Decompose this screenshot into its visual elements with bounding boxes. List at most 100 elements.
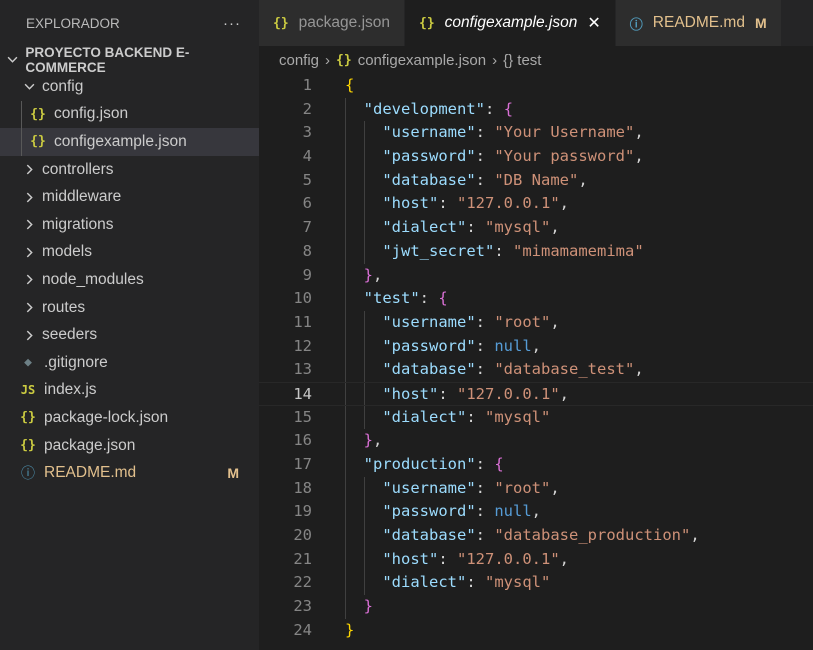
code-editor[interactable]: 1{2 "development": {3 "username": "Your … [259,74,813,643]
tree-item-config-json[interactable]: {} config.json [0,100,259,129]
more-actions-icon[interactable]: ··· [223,15,241,32]
tree-item-config[interactable]: config [0,73,259,101]
code-text: "database": "database_test", [382,360,644,379]
code-text: { [345,76,355,94]
breadcrumb-symbol[interactable]: {} test [503,52,541,69]
modified-badge: M [227,465,239,482]
project-title: PROYECTO BACKEND E-COMMERCE [25,44,190,75]
tree-item-label: package-lock.json [44,408,169,426]
line-number: 17 [293,455,312,473]
code-line[interactable]: 13 "database": "database_test", [259,358,813,382]
code-text: "database": "database_production", [382,526,700,545]
explorer-sidebar: EXPLORADOR ··· PROYECTO BACKEND E-COMMER… [0,0,259,650]
line-number: 19 [293,502,312,521]
code-text: "host": "127.0.0.1", [382,549,570,568]
chevron-right-icon [22,247,36,258]
info-icon: ⓘ [629,17,643,33]
code-line[interactable]: 6 "host": "127.0.0.1", [259,192,813,217]
chevron-right-icon [22,274,36,285]
line-number: 8 [302,241,312,260]
info-icon: ⓘ [21,466,35,483]
code-line[interactable]: 19 "password": null, [259,500,813,525]
git-file-icon: ◆ [24,355,32,371]
json-file-icon: {} [273,15,289,31]
breadcrumb: config › {} configexample.json › {} test [259,46,813,74]
code-line[interactable]: 3 "username": "Your Username", [259,121,813,146]
close-icon[interactable]: ✕ [587,13,600,33]
tree-item-label: package.json [44,436,136,454]
chevron-right-icon [22,192,36,203]
code-line[interactable]: 2 "development": { [259,97,813,122]
tree-item-package-json[interactable]: {} package.json [0,432,259,460]
code-text: "password": null, [382,336,542,355]
tab-readme-md[interactable]: ⓘ README.md M [615,0,782,46]
tab-configexample-json[interactable]: {} configexample.json ✕ [405,0,616,46]
code-line[interactable]: 20 "database": "database_production", [259,524,813,548]
tree-item-readme-md[interactable]: ⓘ README.md M [0,459,259,487]
code-line[interactable]: 11 "username": "root", [259,310,813,335]
tree-item-package-lock-json[interactable]: {} package-lock.json [0,404,259,432]
breadcrumb-folder[interactable]: config [279,52,319,69]
line-number: 23 [293,597,312,616]
chevron-right-icon [22,219,36,230]
code-text: } [363,597,374,616]
code-line[interactable]: 9 }, [259,263,813,288]
chevron-down-icon [6,54,19,65]
tree-item-node-modules[interactable]: node_modules [0,266,259,294]
json-file-icon: {} [20,410,36,426]
code-text: "host": "127.0.0.1", [382,194,570,213]
tree-item-configexample-json[interactable]: {} configexample.json [0,128,259,156]
chevron-right-icon [22,330,36,341]
code-line[interactable]: 8 "jwt_secret": "mimamamemima" [259,239,813,264]
tree-item-models[interactable]: models [0,239,259,267]
code-text: "dialect": "mysql", [382,218,560,237]
code-line[interactable]: 23 } [259,595,813,619]
code-line[interactable]: 1{ [259,74,813,98]
code-line[interactable]: 12 "password": null, [259,334,813,359]
tab-label: package.json [298,14,390,31]
code-text: "jwt_secret": "mimamamemima" [382,241,644,260]
code-line[interactable]: 5 "database": "DB Name", [259,168,813,193]
code-line[interactable]: 15 "dialect": "mysql" [259,405,813,430]
code-line[interactable]: 7 "dialect": "mysql", [259,216,813,240]
tree-item-seeders[interactable]: seeders [0,321,259,349]
code-text: "username": "root", [382,312,560,331]
code-line[interactable]: 14 "host": "127.0.0.1", [259,381,813,406]
tree-item-label: index.js [44,381,97,399]
project-section[interactable]: PROYECTO BACKEND E-COMMERCE [0,44,259,75]
tree-item-label: routes [42,298,86,316]
tree-item-controllers[interactable]: controllers [0,156,259,184]
line-number: 15 [293,407,312,426]
code-line[interactable]: 21 "host": "127.0.0.1", [259,547,813,572]
editor-area: {} package.json {} configexample.json ✕ … [259,0,813,650]
code-text: "database": "DB Name", [382,170,588,189]
code-text: "test": { [363,289,448,308]
js-file-icon: JS [20,383,36,398]
tree-item-middleware[interactable]: middleware [0,183,259,211]
code-text: "production": { [363,455,504,473]
code-line[interactable]: 10 "test": { [259,287,813,311]
code-line[interactable]: 17 "production": { [259,453,813,477]
tab-package-json[interactable]: {} package.json [259,0,405,46]
tree-item-index-js[interactable]: JS index.js [0,377,259,405]
code-line[interactable]: 18 "username": "root", [259,476,813,501]
json-file-icon: {} [20,438,36,454]
indent-guide [21,128,22,156]
code-line[interactable]: 24} [259,619,813,643]
code-line[interactable]: 4 "password": "Your password", [259,145,813,169]
code-line[interactable]: 22 "dialect": "mysql" [259,571,813,596]
tree-item-migrations[interactable]: migrations [0,211,259,239]
tree-item-gitignore[interactable]: ◆ .gitignore [0,349,259,377]
indent-guide [21,100,22,129]
line-number: 1 [302,76,312,94]
code-text: }, [363,431,383,450]
code-line[interactable]: 16 }, [259,429,813,453]
breadcrumb-file[interactable]: configexample.json [358,52,486,69]
code-text: "password": "Your password", [382,147,644,166]
tree-item-routes[interactable]: routes [0,294,259,322]
code-text: "dialect": "mysql" [382,573,551,592]
tree-item-label: .gitignore [44,353,108,371]
json-file-icon: {} [419,15,435,31]
line-number: 3 [302,123,312,142]
code-text: "username": "Your Username", [382,123,644,142]
